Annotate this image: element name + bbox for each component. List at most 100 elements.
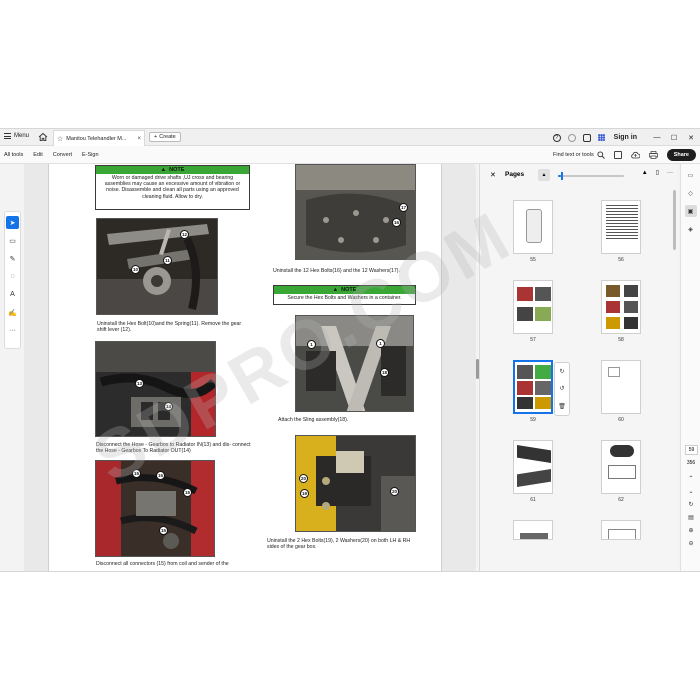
draw-lasso-icon[interactable]: ◌: [6, 270, 19, 283]
find-label: Find text or tools: [553, 152, 594, 158]
note-box-2: ▲ NOTE Secure the Hex Bolts and Washers …: [273, 285, 416, 305]
apps-grid-icon[interactable]: [597, 134, 605, 141]
page-thumbnail[interactable]: [513, 360, 553, 414]
chevron-up-icon[interactable]: ⌃: [688, 475, 693, 482]
right-rail: ▭ ◇ ▣ ◈ 59 356 ⌃ ⌄ ↻ ▤ ⊕ ⊖: [680, 164, 700, 571]
page-thumbnail[interactable]: [601, 360, 641, 414]
toolbar-edit[interactable]: Edit: [33, 152, 42, 158]
page-thumbnail[interactable]: [513, 200, 553, 254]
find-text-button[interactable]: Find text or tools: [553, 151, 605, 159]
notifications-icon[interactable]: [567, 133, 576, 142]
page-thumbnail-number: 59: [530, 417, 536, 423]
note-heading: ▲ NOTE: [96, 166, 249, 174]
page-thumbnail[interactable]: [601, 440, 641, 494]
create-button[interactable]: + Create: [149, 132, 181, 142]
text-box-icon[interactable]: A: [6, 288, 19, 301]
zoom-in-thumbnails-icon[interactable]: ▲: [642, 170, 648, 176]
callout-16: 16: [392, 218, 401, 227]
star-icon[interactable]: ☆: [57, 135, 63, 143]
thumbnail-size-slider[interactable]: [558, 172, 624, 180]
insert-page-icon[interactable]: ▯: [656, 169, 659, 176]
close-panel-icon[interactable]: ✕: [490, 171, 496, 179]
pages-panel: ✕ Pages ▲ ▲ ▯ ··· 55 56 57 58 59 60 61 62 ↻ ↺ 🗑: [479, 164, 678, 571]
pages-panel-title: Pages: [505, 171, 525, 178]
layers-icon[interactable]: ◈: [685, 223, 697, 235]
caption-step-4: Uninstall the 12 Hex Bolts(16) and the 1…: [273, 268, 400, 274]
toolbar-convert[interactable]: Convert: [53, 152, 72, 158]
page-thumbnail[interactable]: [513, 520, 553, 540]
callout-14: 14: [164, 402, 173, 411]
create-label: Create: [159, 134, 176, 140]
refresh-icon[interactable]: ↻: [688, 501, 693, 508]
note-text: Worn or damaged drive shafts ,UJ cross a…: [104, 175, 241, 200]
page-thumbnail[interactable]: [601, 520, 641, 540]
rotate-counterclockwise-icon[interactable]: ↺: [559, 385, 564, 392]
select-tool-icon[interactable]: ➤: [6, 216, 19, 229]
callout-1a: 1: [307, 340, 316, 349]
pages-panel-scrollbar[interactable]: [673, 190, 676, 250]
bookmark-icon[interactable]: ◇: [685, 187, 697, 199]
caption-step-5: Attach the Sling assembly(18).: [278, 417, 349, 423]
help-icon[interactable]: ?: [552, 133, 561, 142]
page-view-icon[interactable]: ▤: [688, 514, 694, 521]
page-thumbnail-number: 62: [618, 497, 624, 503]
bell-icon[interactable]: [582, 133, 591, 142]
rotate-clockwise-icon[interactable]: ↻: [559, 368, 564, 375]
caption-step-6: Uninstall the 2 Hex Bolts(19), 2 Washers…: [267, 538, 411, 551]
toolbar-all-tools[interactable]: All tools: [4, 152, 23, 158]
plus-icon: +: [154, 134, 158, 140]
callout-11: 11: [163, 256, 172, 265]
photo-gear-shift-lever: [96, 218, 218, 315]
zoom-out-thumbnails-icon[interactable]: ▲: [538, 169, 550, 181]
home-icon[interactable]: [38, 132, 48, 142]
page-thumbnail[interactable]: [513, 440, 553, 494]
page-thumbnail[interactable]: [601, 200, 641, 254]
save-icon[interactable]: [613, 151, 622, 159]
callout-20b: 20: [390, 487, 399, 496]
more-tools-icon[interactable]: ···: [6, 324, 19, 337]
current-page-box[interactable]: 59: [685, 445, 698, 455]
note-text: Secure the Hex Bolts and Washers in a co…: [287, 295, 402, 301]
callout-1b: 1: [376, 339, 385, 348]
photo-radiator-hoses: [95, 341, 216, 437]
minimize-icon[interactable]: —: [652, 134, 662, 141]
photo-connectors: [95, 460, 215, 557]
print-icon[interactable]: [648, 151, 658, 159]
delete-page-icon[interactable]: 🗑: [558, 403, 566, 410]
share-button[interactable]: Share: [666, 149, 696, 161]
photo-gearbox-side-bolts: [295, 435, 416, 532]
callout-10: 10: [131, 265, 140, 274]
callout-15d: 15: [159, 526, 168, 535]
tab-close-icon[interactable]: ×: [137, 136, 141, 142]
caption-step-1: Uninstall the Hex Bolt(10)and the Spring…: [97, 321, 242, 334]
page-thumbnail[interactable]: [601, 280, 641, 334]
menu-button[interactable]: Menu: [4, 133, 29, 139]
zoom-in-icon[interactable]: ⊕: [688, 527, 693, 534]
page-thumbnail[interactable]: [513, 280, 553, 334]
more-options-icon[interactable]: ···: [667, 170, 673, 176]
toolbar-menu: All tools Edit Convert E-Sign: [4, 152, 99, 158]
upload-cloud-icon[interactable]: [630, 151, 640, 159]
document-tab[interactable]: ☆ Manitou Telehandler M... ×: [53, 130, 145, 146]
document-viewport[interactable]: ▲ NOTE Worn or damaged drive shafts ,UJ …: [24, 164, 475, 571]
callout-15b: 15: [156, 471, 165, 480]
close-window-icon[interactable]: ✕: [686, 134, 696, 142]
comments-icon[interactable]: ▭: [685, 169, 697, 181]
comment-tool-icon[interactable]: ▭: [6, 234, 19, 247]
chevron-down-icon[interactable]: ⌄: [688, 488, 693, 495]
maximize-icon[interactable]: ☐: [669, 134, 679, 142]
left-tool-rail: ➤ ▭ ✎ ◌ A ✍ ···: [4, 211, 21, 349]
highlight-pen-icon[interactable]: ✎: [6, 252, 19, 265]
toolbar-esign[interactable]: E-Sign: [82, 152, 99, 158]
zoom-out-icon[interactable]: ⊖: [688, 540, 693, 547]
search-icon: [597, 151, 605, 159]
signature-icon[interactable]: ✍: [6, 306, 19, 319]
navigation-controls: ⌃ ⌄ ↻ ▤ ⊕ ⊖: [681, 475, 700, 547]
photo-hex-bolts-housing: [295, 164, 416, 260]
sign-in-button[interactable]: Sign in: [614, 134, 637, 141]
pages-icon[interactable]: ▣: [684, 205, 697, 217]
page-thumbnail-number: 56: [618, 257, 624, 263]
slider-handle[interactable]: [561, 172, 564, 180]
callout-15c: 15: [183, 488, 192, 497]
page-thumbnail-number: 60: [618, 417, 624, 423]
